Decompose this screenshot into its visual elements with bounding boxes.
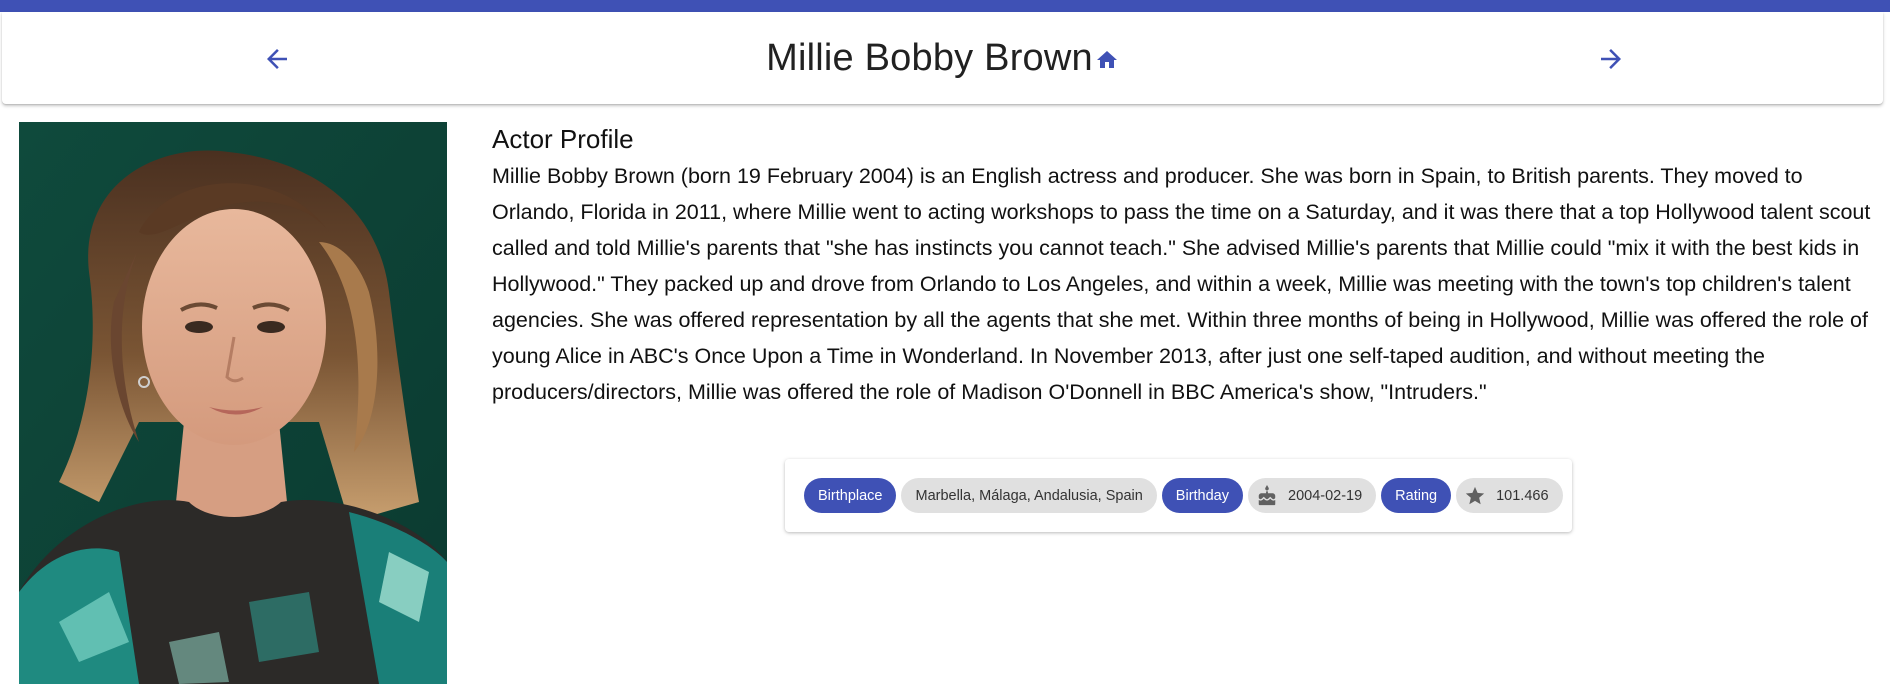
arrow-left-icon	[267, 49, 287, 69]
birthday-value: 2004-02-19	[1288, 487, 1363, 504]
home-icon	[1096, 51, 1117, 68]
section-title: Actor Profile	[492, 124, 634, 154]
rating-value-chip: 101.466	[1456, 478, 1563, 513]
forward-button[interactable]	[1594, 42, 1628, 76]
app-bar: Millie Bobby Brown	[2, 12, 1883, 104]
cake-icon	[1256, 484, 1278, 507]
rating-value: 101.466	[1496, 487, 1549, 504]
birthplace-value-chip: Marbella, Málaga, Andalusia, Spain	[901, 478, 1157, 513]
birthday-value-chip: 2004-02-19	[1248, 478, 1377, 513]
profile-content: Actor Profile Millie Bobby Brown (born 1…	[492, 122, 1872, 410]
star-icon	[1464, 485, 1486, 507]
birthplace-label-chip: Birthplace	[804, 478, 897, 513]
back-button[interactable]	[260, 42, 294, 76]
home-button[interactable]	[1095, 48, 1119, 72]
rating-label-chip: Rating	[1381, 478, 1452, 513]
actor-biography: Millie Bobby Brown (born 19 February 200…	[492, 164, 1871, 404]
birthday-label-chip: Birthday	[1161, 478, 1243, 513]
top-accent-bar	[0, 0, 1890, 12]
page-title: Millie Bobby Brown	[766, 36, 1093, 79]
actor-photo	[19, 122, 447, 684]
details-card: Birthplace Marbella, Málaga, Andalusia, …	[785, 459, 1572, 532]
arrow-right-icon	[1601, 49, 1621, 69]
